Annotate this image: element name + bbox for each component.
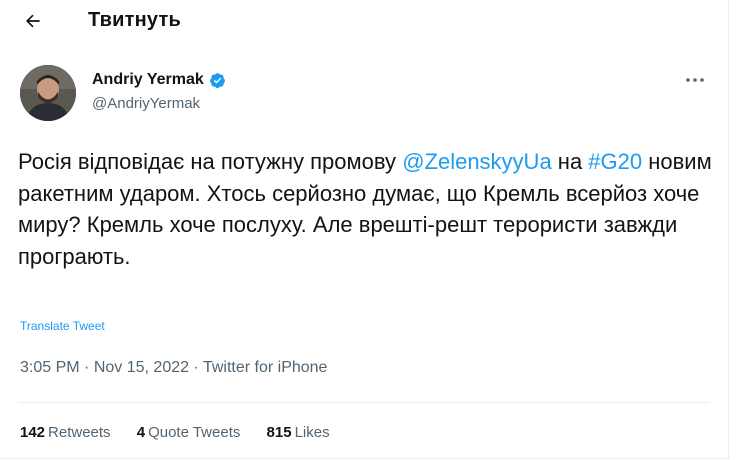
arrow-left-icon bbox=[25, 14, 40, 28]
back-button[interactable] bbox=[18, 6, 48, 36]
more-horizontal-icon bbox=[686, 78, 704, 82]
more-options-button[interactable] bbox=[680, 70, 710, 90]
quote-tweets-label: Quote Tweets bbox=[148, 424, 241, 441]
author-name[interactable]: Andriy Yermak bbox=[92, 71, 204, 89]
retweets-label: Retweets bbox=[48, 424, 111, 441]
likes-label: Likes bbox=[294, 424, 330, 441]
verified-badge-icon bbox=[209, 72, 225, 88]
quote-tweets-count: 4 bbox=[136, 424, 146, 441]
page-header: Твитнуть bbox=[0, 0, 728, 44]
tweet-text: Росія відповідає на потужну промову @Zel… bbox=[18, 146, 718, 272]
mention-link[interactable]: @ZelenskyyUa bbox=[402, 149, 552, 174]
likes-stat[interactable]: 815 Likes bbox=[267, 424, 330, 441]
hashtag-link[interactable]: #G20 bbox=[588, 149, 642, 174]
author-handle[interactable]: @AndriyYermak bbox=[92, 95, 200, 112]
likes-count: 815 bbox=[266, 424, 292, 441]
tweet-page: Твитнуть Andriy Yermak @AndriyYermak Рос… bbox=[0, 0, 729, 459]
quote-tweets-stat[interactable]: 4 Quote Tweets bbox=[137, 424, 241, 441]
tweet-meta: 3:05 PM · Nov 15, 2022 · Twitter for iPh… bbox=[20, 359, 327, 377]
author-name-row[interactable]: Andriy Yermak bbox=[92, 71, 226, 89]
tweet-time[interactable]: 3:05 PM bbox=[20, 359, 80, 376]
tweet-stats: 142 Retweets 4 Quote Tweets 815 Likes bbox=[20, 424, 352, 441]
meta-separator: · bbox=[84, 359, 90, 376]
translate-tweet-link[interactable]: Translate Tweet bbox=[20, 319, 105, 333]
retweets-stat[interactable]: 142 Retweets bbox=[20, 424, 111, 441]
avatar[interactable] bbox=[20, 65, 76, 121]
meta-separator: · bbox=[193, 359, 199, 376]
divider bbox=[18, 402, 710, 403]
tweet-date[interactable]: Nov 15, 2022 bbox=[94, 359, 189, 376]
tweet-source[interactable]: Twitter for iPhone bbox=[203, 359, 328, 376]
retweets-count: 142 bbox=[20, 424, 46, 441]
tweet-text-part: на bbox=[551, 149, 589, 174]
page-title: Твитнуть bbox=[88, 9, 181, 31]
tweet-text-part: Росія відповідає на потужну промову bbox=[18, 149, 403, 174]
